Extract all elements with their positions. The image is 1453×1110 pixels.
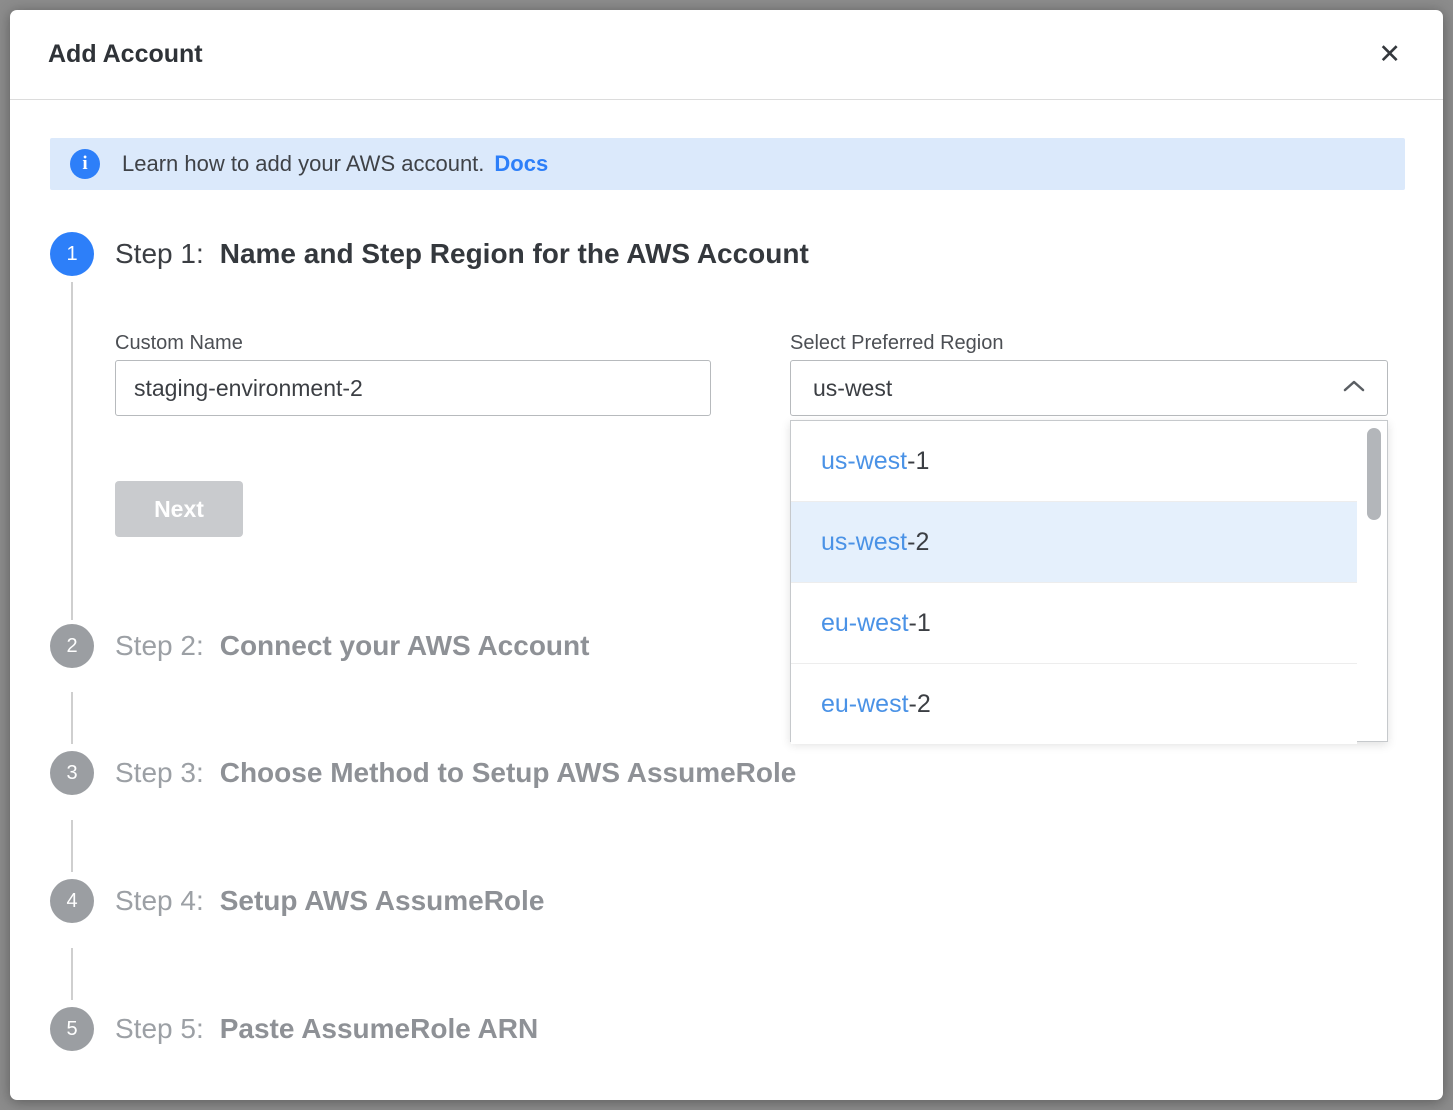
option-match-text: eu-west — [821, 690, 909, 719]
step-5-label: Step 5: — [115, 1013, 204, 1045]
option-rest-text: -1 — [909, 609, 931, 638]
docs-link[interactable]: Docs — [494, 151, 548, 177]
chevron-up-icon — [1343, 379, 1365, 397]
region-dropdown: us-west-1 us-west-2 eu-west-1 eu-west-2 — [790, 420, 1388, 742]
region-select-value: us-west — [813, 375, 892, 402]
dropdown-scrollbar[interactable] — [1357, 421, 1387, 741]
add-account-modal: Add Account ✕ i Learn how to add your AW… — [10, 10, 1443, 1100]
info-icon: i — [70, 149, 100, 179]
step-1-label: Step 1: — [115, 238, 204, 270]
step-4-number: 4 — [66, 890, 77, 913]
region-option-us-west-2[interactable]: us-west-2 — [791, 501, 1357, 582]
option-match-text: us-west — [821, 447, 907, 476]
step-3-indicator: 3 — [50, 751, 94, 795]
banner-text: Learn how to add your AWS account. — [122, 151, 484, 177]
info-banner: i Learn how to add your AWS account. Doc… — [50, 138, 1405, 190]
custom-name-input[interactable] — [115, 360, 711, 416]
option-match-text: us-west — [821, 528, 907, 557]
step-1-number: 1 — [66, 243, 77, 266]
step-5-number: 5 — [66, 1018, 77, 1041]
step-2-number: 2 — [66, 635, 77, 658]
step-2-label: Step 2: — [115, 630, 204, 662]
dropdown-scrollbar-thumb[interactable] — [1367, 428, 1381, 520]
step-2-title: Connect your AWS Account — [220, 630, 590, 662]
region-label: Select Preferred Region — [790, 332, 1003, 355]
modal-title: Add Account — [48, 40, 203, 69]
step-1-title: Name and Step Region for the AWS Account — [220, 238, 809, 270]
step-2-heading: Step 2: Connect your AWS Account — [115, 624, 589, 668]
region-option-eu-west-1[interactable]: eu-west-1 — [791, 582, 1357, 663]
custom-name-label: Custom Name — [115, 332, 243, 355]
option-rest-text: -2 — [907, 528, 929, 557]
step-4-label: Step 4: — [115, 885, 204, 917]
step-5-title: Paste AssumeRole ARN — [220, 1013, 538, 1045]
close-icon[interactable]: ✕ — [1374, 37, 1405, 72]
option-match-text: eu-west — [821, 609, 909, 638]
step-1-indicator: 1 — [50, 232, 94, 276]
step-5-indicator: 5 — [50, 1007, 94, 1051]
step-3-heading: Step 3: Choose Method to Setup AWS Assum… — [115, 751, 796, 795]
step-3-title: Choose Method to Setup AWS AssumeRole — [220, 757, 797, 789]
step-4-heading: Step 4: Setup AWS AssumeRole — [115, 879, 544, 923]
option-rest-text: -1 — [907, 447, 929, 476]
step-connector-1 — [71, 282, 73, 620]
region-option-us-west-1[interactable]: us-west-1 — [791, 421, 1357, 501]
step-1-heading: Step 1: Name and Step Region for the AWS… — [115, 232, 809, 276]
region-select[interactable]: us-west — [790, 360, 1388, 416]
step-connector-4 — [71, 948, 73, 1000]
next-button[interactable]: Next — [115, 481, 243, 537]
step-5-heading: Step 5: Paste AssumeRole ARN — [115, 1007, 538, 1051]
region-option-list: us-west-1 us-west-2 eu-west-1 eu-west-2 — [791, 421, 1357, 744]
step-3-number: 3 — [66, 762, 77, 785]
step-4-indicator: 4 — [50, 879, 94, 923]
step-connector-2 — [71, 692, 73, 744]
step-2-indicator: 2 — [50, 624, 94, 668]
option-rest-text: -2 — [909, 690, 931, 719]
step-connector-3 — [71, 820, 73, 872]
step-4-title: Setup AWS AssumeRole — [220, 885, 545, 917]
region-option-eu-west-2[interactable]: eu-west-2 — [791, 663, 1357, 744]
step-3-label: Step 3: — [115, 757, 204, 789]
modal-header: Add Account ✕ — [10, 10, 1443, 100]
